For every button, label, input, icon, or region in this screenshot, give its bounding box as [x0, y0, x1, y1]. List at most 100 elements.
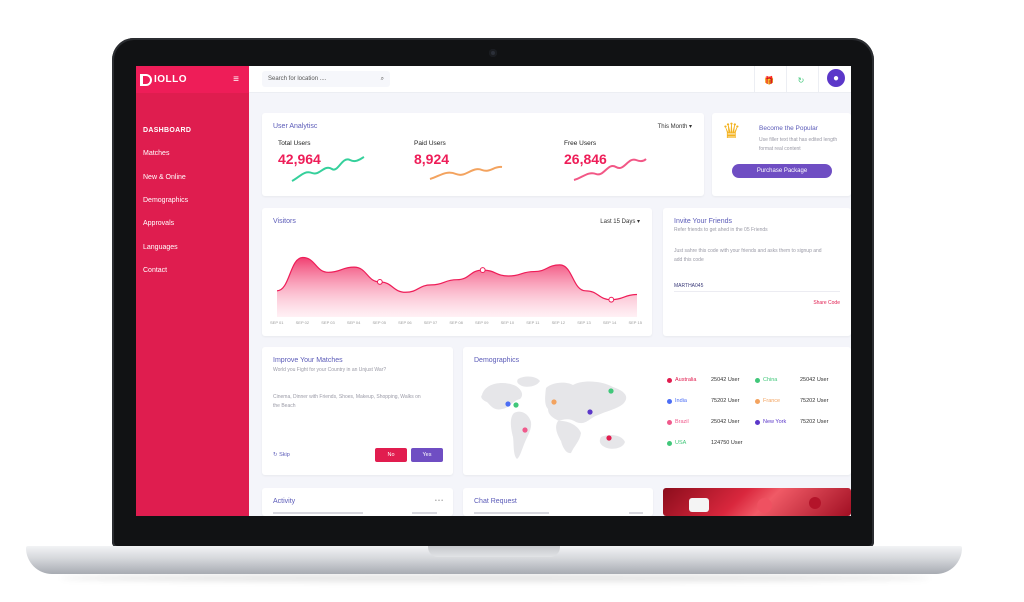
x-tick-label: SEP 04 — [346, 320, 361, 325]
demographics-card: Demographics Australia 25042 User China … — [463, 347, 851, 475]
x-tick-label: SEP 08 — [449, 320, 463, 325]
visitors-area — [277, 257, 637, 317]
sidebar-item-new-online[interactable]: New & Online — [136, 166, 249, 189]
improve-matches-card: Improve Your Matches World you Fight for… — [262, 347, 453, 475]
invite-subtitle: Refer friends to get ahed in the 05 Frie… — [674, 227, 768, 233]
sidebar-item-languages[interactable]: Languages — [136, 235, 249, 258]
sidebar-item-contact[interactable]: Contact — [136, 259, 249, 282]
purchase-package-button[interactable]: Purchase Package — [732, 164, 832, 178]
matches-title: Improve Your Matches — [273, 357, 343, 364]
laptop-notch — [428, 546, 560, 557]
visitors-x-axis: SEP 01 SEP 02 SEP 03 SEP 04 SEP 05 SEP 06 SEP … — [270, 320, 642, 325]
sidebar-nav: DASHBOARD Matches New & Online Demograph… — [136, 119, 249, 282]
matches-interests: Cinema, Dinner with Friends, Shoes, Make… — [273, 394, 421, 409]
brand-logo[interactable]: IOLLO — [140, 73, 188, 86]
laptop-shadow — [60, 574, 930, 582]
free-users-label: Free Users — [564, 140, 597, 147]
visitors-title: Visitors — [273, 218, 296, 225]
logo-icon — [140, 73, 152, 86]
visitors-period-select[interactable]: Last 15 Days ▾ — [600, 218, 640, 225]
total-users-sparkline — [291, 156, 365, 182]
x-tick-label: SEP 06 — [398, 320, 412, 325]
refresh-icon[interactable]: ↻ — [793, 72, 809, 88]
paid-users-label: Paid Users — [414, 140, 446, 147]
x-tick-label: SEP 03 — [321, 320, 335, 325]
x-tick-label: SEP 13 — [577, 320, 591, 325]
total-users-label: Total Users — [278, 140, 311, 147]
country-brazil: Brazil — [667, 419, 689, 425]
yes-button[interactable]: Yes — [411, 448, 443, 462]
promo-text: Use filler text that has edited length f… — [759, 137, 838, 152]
x-tick-label: SEP 02 — [295, 320, 310, 325]
activity-more-icon[interactable]: • • • — [435, 498, 443, 504]
visitors-point-sep-05 — [376, 279, 383, 285]
visitors-point-sep-14 — [608, 296, 615, 303]
promo-title: Become the Popular — [759, 125, 818, 132]
matches-question: World you Fight for your Country in an U… — [273, 367, 387, 373]
skip-button[interactable]: ↻ Skip — [273, 452, 290, 458]
x-tick-label: SEP 07 — [423, 320, 438, 325]
country-usa: USA — [667, 440, 686, 446]
activity-title: Activity — [273, 498, 296, 505]
activity-card: Activity • • • — [262, 488, 453, 516]
sidebar: IOLLO ≡ DASHBOARD Matches New & Online D… — [136, 66, 249, 516]
france-user-count: 75202 User — [800, 398, 829, 404]
brand-bar: IOLLO ≡ — [136, 66, 249, 93]
brazil-user-count: 25042 User — [711, 419, 740, 425]
china-user-count: 25042 User — [800, 377, 829, 383]
no-button[interactable]: No — [375, 448, 407, 462]
topbar-divider — [786, 66, 787, 93]
visitors-area-chart — [276, 256, 638, 317]
avatar[interactable]: ● — [827, 69, 845, 87]
analytics-period-select[interactable]: This Month ▾ — [658, 123, 692, 130]
country-india: India — [667, 398, 687, 404]
invite-title: Invite Your Friends — [674, 218, 732, 225]
search-input[interactable]: Search for location .... ⌕ — [262, 71, 390, 87]
chat-request-title: Chat Request — [474, 498, 517, 505]
chat-placeholder — [629, 512, 643, 514]
gift-banner-image — [663, 488, 851, 516]
x-tick-label: SEP 11 — [526, 320, 540, 325]
demographics-title: Demographics — [474, 357, 520, 364]
activity-placeholder — [412, 512, 437, 514]
usa-user-count: 124750 User — [711, 440, 743, 446]
dashboard-screen: IOLLO ≡ DASHBOARD Matches New & Online D… — [136, 66, 851, 516]
sidebar-item-approvals[interactable]: Approvals — [136, 212, 249, 235]
search-placeholder: Search for location .... — [268, 76, 327, 82]
sidebar-item-matches[interactable]: Matches — [136, 142, 249, 165]
country-new-york: New York — [755, 419, 786, 425]
sidebar-item-dashboard[interactable]: DASHBOARD — [136, 119, 249, 142]
visitors-card: Visitors Last 15 Days ▾ SEP 01 SEP 02 SEP … — [262, 208, 652, 336]
activity-placeholder — [273, 512, 363, 514]
search-icon[interactable]: ⌕ — [381, 76, 384, 83]
brand-name: IOLLO — [154, 74, 188, 85]
invite-code-divider — [674, 291, 840, 292]
x-tick-label: SEP 12 — [551, 320, 566, 325]
country-australia: Australia — [667, 377, 696, 383]
share-code-link[interactable]: Share Code — [813, 300, 840, 306]
chat-placeholder — [474, 512, 549, 514]
sidebar-item-demographics[interactable]: Demographics — [136, 189, 249, 212]
topbar-divider — [818, 66, 819, 93]
visitors-point-sep-09 — [479, 267, 486, 273]
x-tick-label: SEP 01 — [270, 320, 284, 325]
top-bar: Search for location .... ⌕ 🎁 ↻ ● — [249, 66, 851, 93]
australia-user-count: 25042 User — [711, 377, 740, 383]
x-tick-label: SEP 15 — [628, 320, 642, 325]
x-tick-label: SEP 10 — [500, 320, 515, 325]
menu-toggle-icon[interactable]: ≡ — [233, 74, 239, 85]
world-map — [481, 376, 627, 459]
country-china: China — [755, 377, 777, 383]
analytics-title: User Analytisc — [273, 123, 318, 130]
invite-description: Just sahre this code with your friends a… — [674, 248, 822, 263]
laptop-stage: IOLLO ≡ DASHBOARD Matches New & Online D… — [0, 0, 1024, 602]
x-tick-label: SEP 09 — [475, 320, 489, 325]
country-france: France — [755, 398, 780, 404]
gift-icon[interactable]: 🎁 — [761, 72, 777, 88]
user-analytics-card: User Analytisc This Month ▾ Total Users … — [262, 113, 704, 196]
india-user-count: 75202 User — [711, 398, 740, 404]
promo-card: ♛ Become the Popular Use filler text tha… — [712, 113, 851, 196]
topbar-divider — [754, 66, 755, 93]
invite-friends-card: Invite Your Friends Refer friends to get… — [663, 208, 851, 336]
x-tick-label: SEP 05 — [372, 320, 387, 325]
